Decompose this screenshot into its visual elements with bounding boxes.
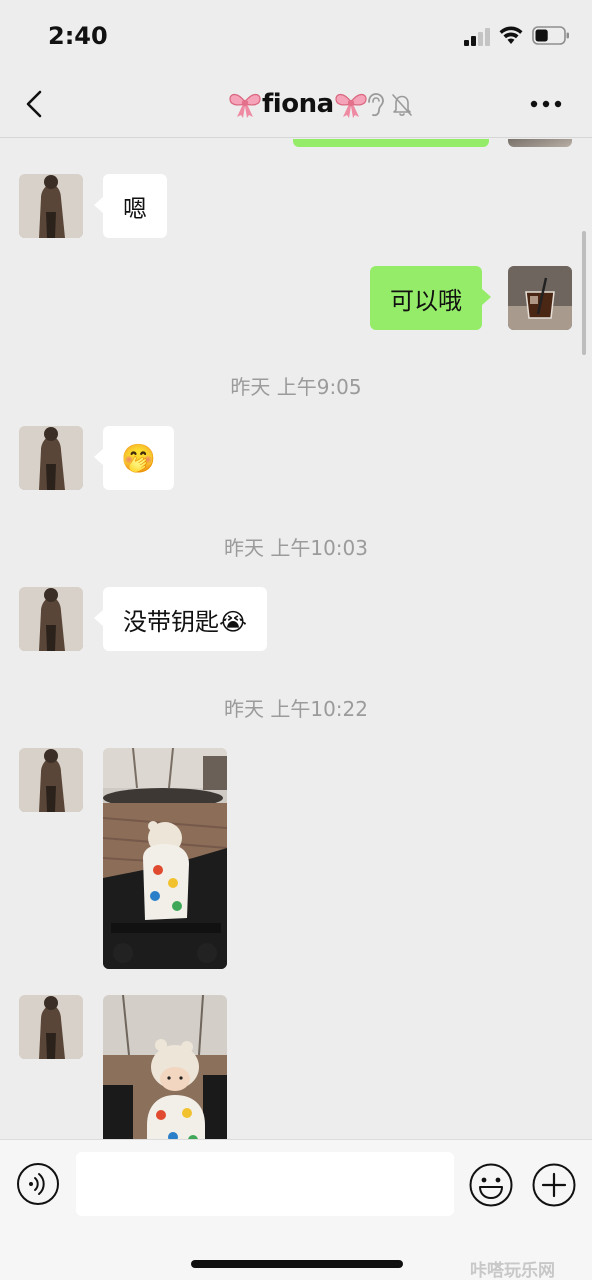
message-text: 没带钥匙😭	[123, 607, 248, 636]
image-message[interactable]	[103, 748, 227, 969]
input-toolbar: 咔嗒玩乐网	[0, 1139, 592, 1280]
contact-avatar[interactable]	[19, 995, 83, 1059]
contact-avatar[interactable]	[19, 426, 83, 490]
chat-header: fiona	[0, 72, 592, 138]
wifi-icon	[499, 26, 523, 44]
image-message[interactable]	[103, 995, 227, 1139]
ear-icon	[368, 93, 384, 117]
status-time: 2:40	[48, 22, 108, 50]
battery-icon	[532, 26, 569, 45]
person-photo-icon	[19, 587, 83, 651]
ribbon-emoji-icon	[335, 93, 367, 118]
ribbon-emoji-icon	[229, 93, 261, 118]
contact-avatar[interactable]	[19, 748, 83, 812]
back-chevron-icon[interactable]	[18, 86, 52, 122]
message-timestamp: 昨天 上午9:05	[230, 375, 362, 399]
person-photo-icon	[19, 995, 83, 1059]
watermark: 咔嗒玩乐网	[470, 1261, 555, 1280]
person-photo-icon	[19, 174, 83, 238]
message-text: 可以哦	[390, 286, 462, 315]
baby-bear-hat-photo	[103, 995, 227, 1139]
message-bubble[interactable]: 没带钥匙😭	[94, 587, 268, 651]
chat-title-text: fiona	[262, 89, 334, 119]
message-bubble[interactable]: 嗯	[94, 174, 167, 238]
baby-stroller-photo	[103, 748, 227, 969]
message-text: 嗯	[123, 194, 147, 223]
plus-icon[interactable]	[531, 1162, 577, 1208]
message-text: 🤭	[121, 441, 156, 475]
status-bar: 2:40	[0, 0, 592, 72]
voice-input-icon[interactable]	[16, 1162, 60, 1206]
person-photo-icon	[19, 748, 83, 812]
message-bubble[interactable]: 可以哦	[370, 266, 491, 330]
message-list[interactable]: 嗯 可以哦 昨天 上午9:05 🤭 昨天 上午10:03 没带钥匙😭 昨天 上午…	[0, 139, 592, 1139]
chat-title[interactable]: fiona	[228, 86, 368, 122]
message-input[interactable]	[76, 1152, 454, 1216]
message-timestamp: 昨天 上午10:03	[224, 536, 368, 560]
contact-avatar[interactable]	[19, 587, 83, 651]
chat-screen: 2:40 fiona 嗯 可以哦 昨天 上午9:05 🤭 昨天 上午10:03 …	[0, 0, 592, 1280]
contact-avatar[interactable]	[19, 174, 83, 238]
bell-slash-icon	[392, 94, 412, 116]
person-photo-icon	[19, 426, 83, 490]
message-bubble-partial[interactable]	[293, 139, 489, 147]
drink-photo-icon	[508, 266, 572, 330]
message-timestamp: 昨天 上午10:22	[224, 697, 368, 721]
message-bubble[interactable]: 🤭	[94, 426, 174, 490]
cellular-signal-icon	[464, 28, 492, 46]
scrollbar[interactable]	[582, 231, 586, 355]
more-options-icon[interactable]	[528, 94, 564, 114]
self-avatar[interactable]	[508, 139, 572, 147]
emoji-icon[interactable]	[468, 1162, 514, 1208]
home-indicator[interactable]	[191, 1260, 403, 1268]
self-avatar[interactable]	[508, 266, 572, 330]
